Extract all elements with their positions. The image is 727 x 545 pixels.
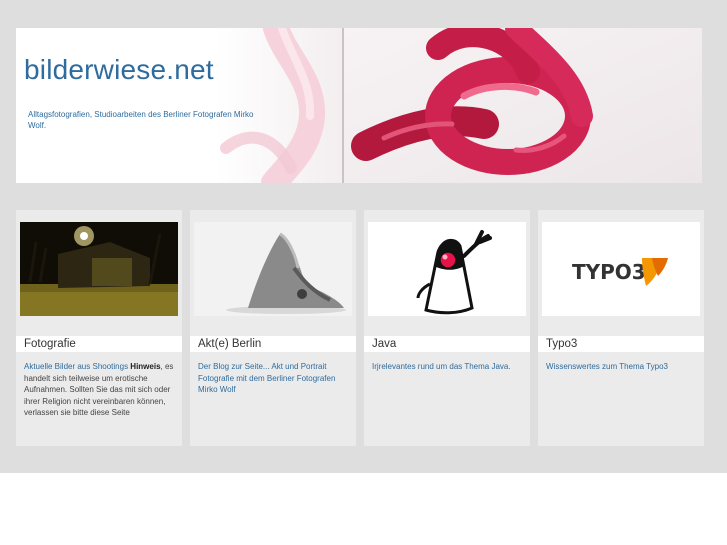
site-header: bilderwiese.net Alltagsfotografien, Stud… bbox=[16, 28, 702, 183]
typo3-logo-text: TYPO3 bbox=[572, 260, 646, 284]
java-duke-icon bbox=[368, 222, 526, 316]
figure-photo bbox=[194, 222, 352, 316]
akt-berlin-thumbnail[interactable] bbox=[194, 222, 352, 316]
site-title[interactable]: bilderwiese.net bbox=[24, 54, 214, 86]
java-thumbnail[interactable] bbox=[368, 222, 526, 316]
card-java: Java Irjrelevantes rund um das Thema Jav… bbox=[364, 210, 530, 446]
header-photo bbox=[216, 28, 702, 183]
card-description: Aktuelle Bilder aus Shootings Hinweis, e… bbox=[24, 361, 176, 419]
night-barn-photo bbox=[20, 222, 178, 316]
notice-label: Hinweis bbox=[130, 362, 161, 371]
card-description[interactable]: Der Blog zur Seite... Akt und Portrait F… bbox=[198, 361, 350, 396]
shootings-link[interactable]: Aktuelle Bilder aus Shootings bbox=[24, 362, 128, 371]
card-title[interactable]: Java bbox=[364, 336, 530, 352]
card-title[interactable]: Typo3 bbox=[538, 336, 704, 352]
fotografie-thumbnail[interactable] bbox=[20, 222, 178, 316]
card-fotografie: Fotografie Aktuelle Bilder aus Shootings… bbox=[16, 210, 182, 446]
card-akt-berlin: Akt(e) Berlin Der Blog zur Seite... Akt … bbox=[190, 210, 356, 446]
card-typo3: TYPO3 Typo3 Wissenswertes zum Thema Typo… bbox=[538, 210, 704, 446]
card-description[interactable]: Irjrelevantes rund um das Thema Java. bbox=[372, 361, 524, 373]
typo3-logo-icon: TYPO3 bbox=[542, 222, 700, 316]
typo3-thumbnail[interactable]: TYPO3 bbox=[542, 222, 700, 316]
site-description: Alltagsfotografien, Studioarbeiten des B… bbox=[28, 110, 254, 130]
card-title[interactable]: Akt(e) Berlin bbox=[190, 336, 356, 352]
card-description[interactable]: Wissenswertes zum Thema Typo3 bbox=[546, 361, 698, 373]
card-title[interactable]: Fotografie bbox=[16, 336, 182, 352]
